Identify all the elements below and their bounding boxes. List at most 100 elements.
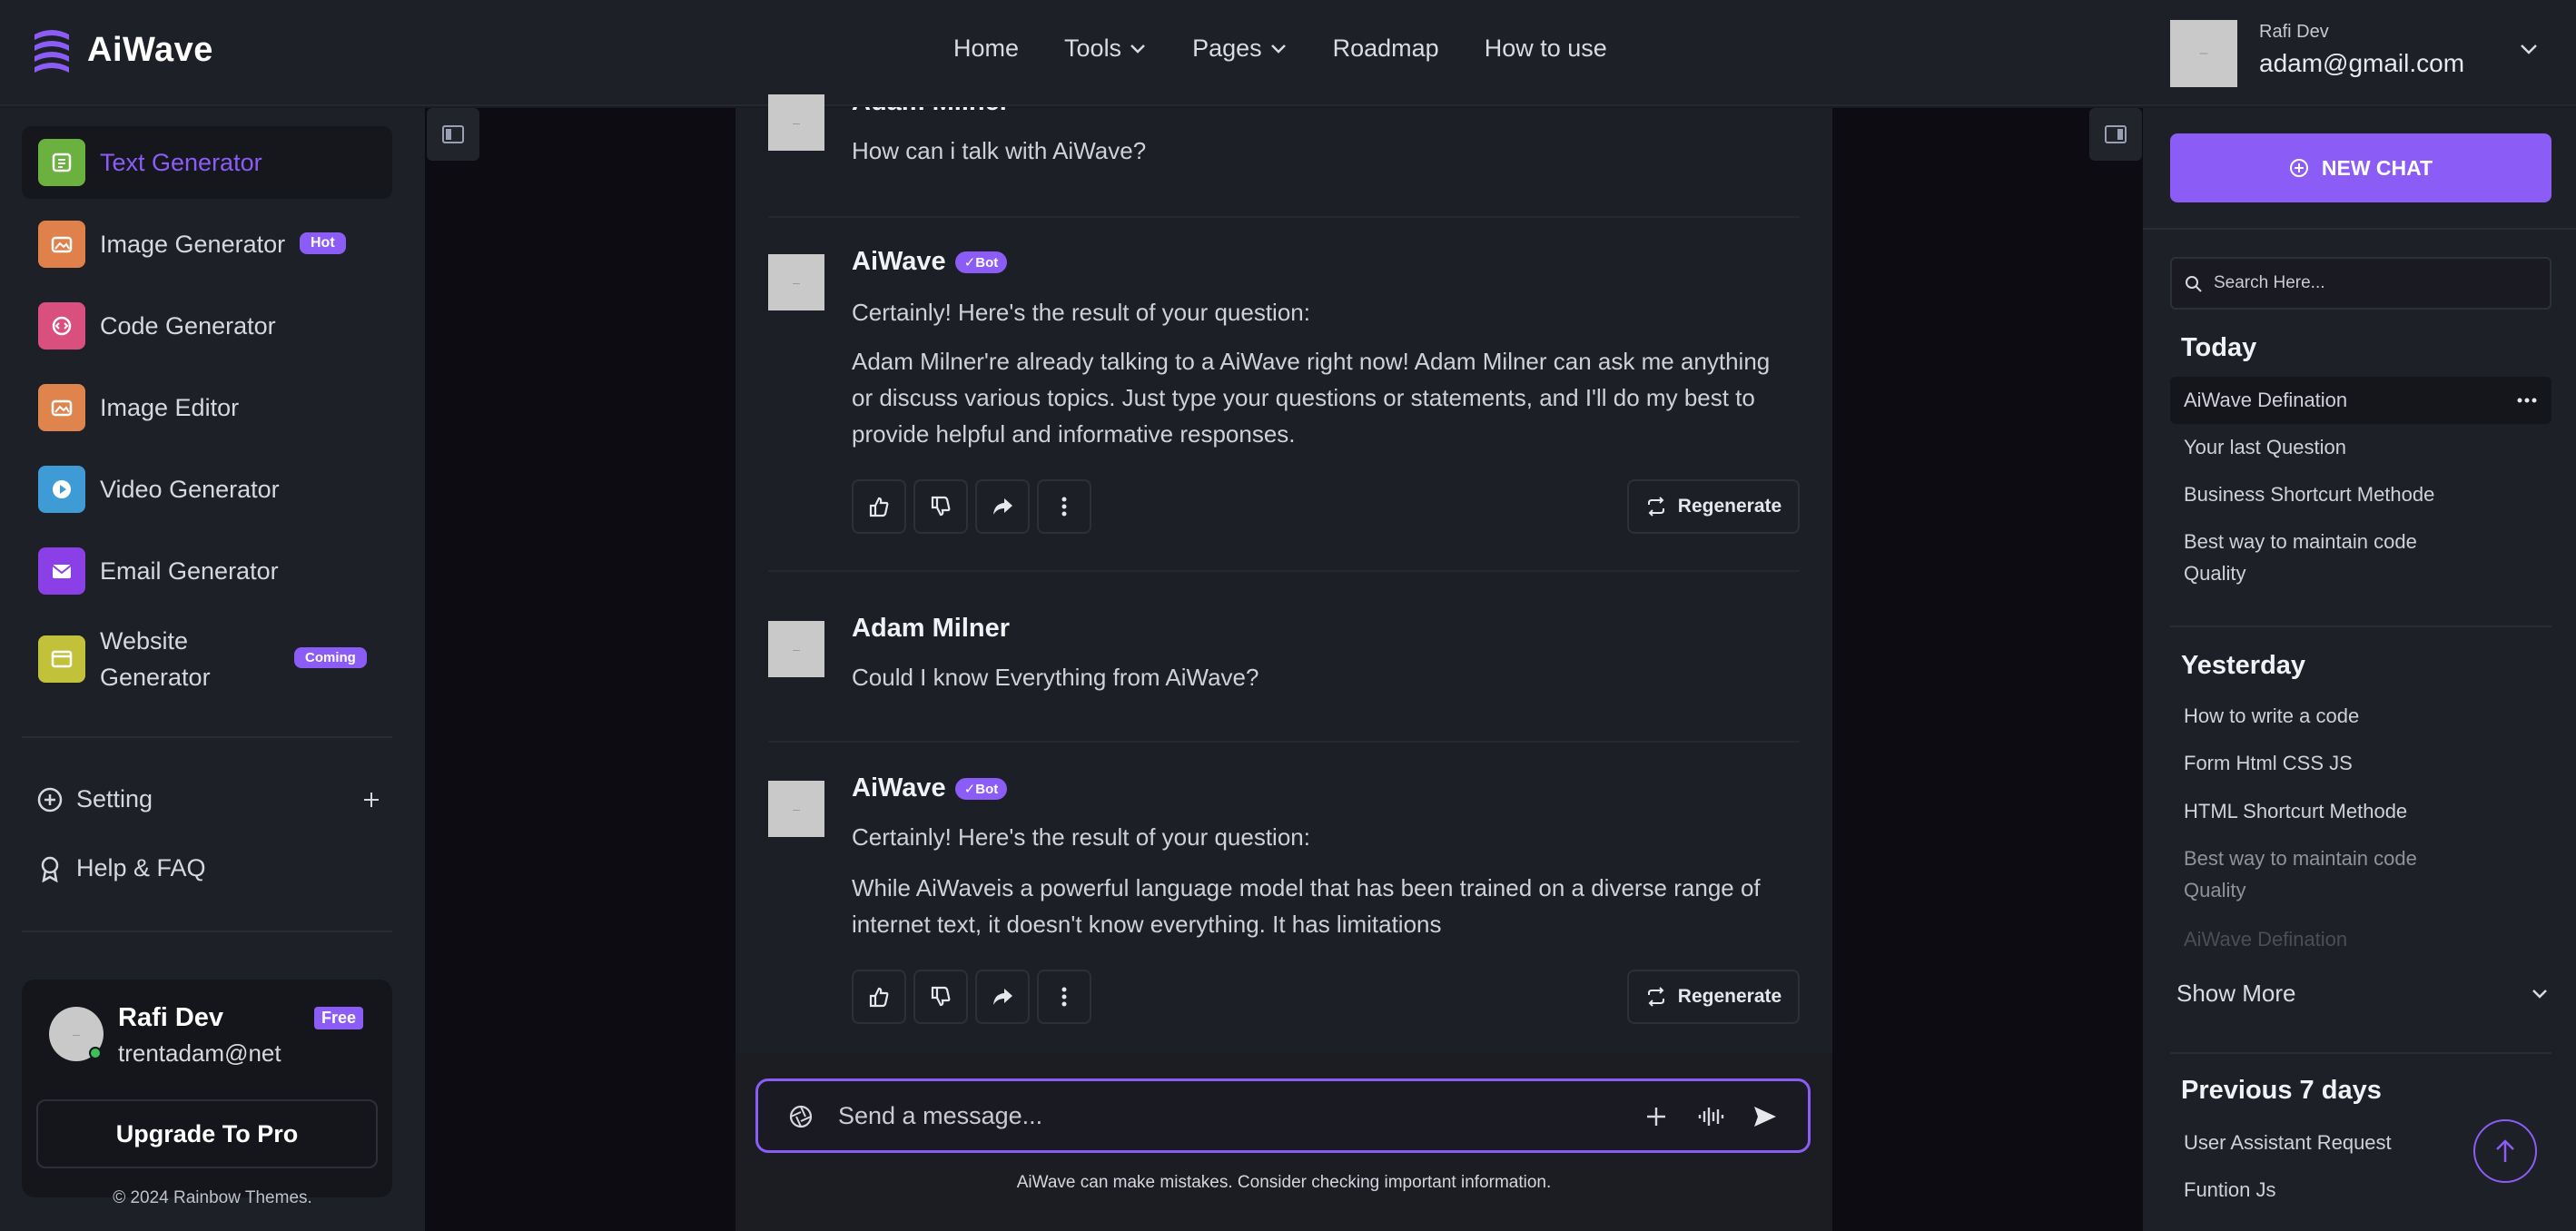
- user-card: – Rafi Dev trentadam@net Free Upgrade To…: [22, 980, 392, 1197]
- logo[interactable]: AiWave: [29, 25, 213, 74]
- chevron-down-icon: [1130, 44, 1145, 54]
- message-input[interactable]: [838, 1098, 1564, 1134]
- message-text: Could I know Everything from AiWave?: [852, 664, 1259, 691]
- sidebar-item-video-generator[interactable]: Video Generator: [22, 453, 392, 526]
- setting-link[interactable]: Setting: [36, 785, 381, 813]
- aperture-icon[interactable]: [787, 1103, 814, 1130]
- scroll-to-top-button[interactable]: [2473, 1119, 2537, 1183]
- message-author: Adam Milner: [852, 614, 1011, 643]
- play-icon: [38, 466, 85, 513]
- history-item[interactable]: Your last Question: [2184, 431, 2483, 463]
- sidebar-left-icon: [442, 125, 464, 143]
- sidebar-item-website-generator[interactable]: Website Generator Coming: [22, 616, 392, 702]
- thumbs-down-button[interactable]: [913, 479, 968, 534]
- history-item[interactable]: Best way to maintain code Quality: [2184, 526, 2483, 589]
- plus-icon[interactable]: [361, 790, 381, 810]
- sidebar-item-email-generator[interactable]: Email Generator: [22, 535, 392, 607]
- divider: [2143, 228, 2576, 230]
- logo-icon: [35, 30, 69, 73]
- thumbs-up-icon: [869, 497, 889, 517]
- history-item[interactable]: User Assistant Request: [2184, 1127, 2483, 1158]
- bot-avatar: –: [768, 254, 824, 310]
- toggle-left-sidebar-button[interactable]: [427, 108, 479, 161]
- nav-roadmap[interactable]: Roadmap: [1333, 34, 1439, 63]
- sidebar-item-label: Image Editor: [100, 394, 240, 421]
- share-button[interactable]: [975, 970, 1030, 1024]
- nav-home[interactable]: Home: [953, 34, 1019, 63]
- thumbs-down-button[interactable]: [913, 970, 968, 1024]
- sidebar-item-label: Image Generator: [100, 231, 286, 258]
- thumbs-up-button[interactable]: [852, 970, 906, 1024]
- bot-badge: ✓Bot: [954, 777, 1008, 800]
- coming-badge: Coming: [294, 647, 367, 668]
- more-options-button[interactable]: [1037, 479, 1091, 534]
- user-email: trentadam@net: [118, 1039, 281, 1067]
- history-item[interactable]: Funtion Js: [2184, 1174, 2483, 1206]
- sidebar-item-code-generator[interactable]: Code Generator: [22, 290, 392, 362]
- divider: [22, 736, 392, 738]
- history-item[interactable]: Best way to maintain code Quality: [2184, 842, 2483, 906]
- window-icon: [38, 635, 85, 683]
- message-text: Adam Milner're already talking to a AiWa…: [852, 348, 1771, 448]
- history-item[interactable]: Form Html CSS JS: [2184, 747, 2483, 779]
- section-title-yesterday: Yesterday: [2181, 651, 2306, 680]
- more-horizontal-icon[interactable]: [2517, 397, 2537, 404]
- plus-circle-icon: [2289, 159, 2308, 177]
- divider: [2170, 625, 2551, 627]
- thumbs-up-icon: [869, 987, 889, 1008]
- nav-tools[interactable]: Tools: [1064, 34, 1147, 63]
- image-icon: [38, 384, 85, 431]
- user-email: adam@gmail.com: [2259, 49, 2465, 77]
- left-sidebar: Text Generator Image Generator Hot Code …: [0, 108, 425, 1231]
- history-item[interactable]: AiWave Defination: [2184, 923, 2483, 955]
- audio-wave-icon[interactable]: [1697, 1105, 1726, 1128]
- chevron-down-icon: [1270, 44, 1286, 54]
- share-button[interactable]: [975, 479, 1030, 534]
- help-faq-link[interactable]: Help & FAQ: [36, 854, 206, 882]
- search-input[interactable]: [2214, 270, 2541, 297]
- regenerate-button[interactable]: Regenerate: [1627, 479, 1800, 534]
- text-icon: [38, 139, 85, 186]
- user-name: Rafi Dev: [118, 1003, 224, 1032]
- user-menu[interactable]: – Rafi Dev adam@gmail.com: [2170, 18, 2551, 87]
- message-divider: [768, 216, 1800, 218]
- message-text: While AiWaveis a powerful language model…: [852, 874, 1761, 938]
- message-author: AiWave ✓Bot: [852, 247, 1008, 277]
- more-vertical-icon: [1061, 497, 1067, 517]
- message-intro: Certainly! Here's the result of your que…: [852, 299, 1310, 326]
- sidebar-item-image-editor[interactable]: Image Editor: [22, 371, 392, 444]
- message-divider: [768, 570, 1800, 572]
- show-more-button[interactable]: Show More: [2176, 980, 2549, 1008]
- bot-avatar: –: [768, 781, 824, 837]
- regenerate-button[interactable]: Regenerate: [1627, 970, 1800, 1024]
- toggle-right-sidebar-button[interactable]: [2089, 108, 2142, 161]
- nav-how-to-use[interactable]: How to use: [1485, 34, 1607, 63]
- sidebar-item-image-generator[interactable]: Image Generator Hot: [22, 208, 392, 281]
- sidebar-item-text-generator[interactable]: Text Generator: [22, 126, 392, 199]
- message-composer: [755, 1078, 1811, 1153]
- section-title-previous-7-days: Previous 7 days: [2181, 1076, 2382, 1105]
- thumbs-up-button[interactable]: [852, 479, 906, 534]
- plus-icon[interactable]: [1644, 1105, 1668, 1128]
- refresh-icon: [1647, 987, 1664, 1007]
- chevron-down-icon[interactable]: [2519, 42, 2539, 56]
- plan-badge: Free: [314, 1007, 364, 1029]
- right-sidebar: NEW CHAT Today AiWave Defination Your la…: [2143, 108, 2576, 1231]
- thumbs-down-icon: [931, 986, 951, 1007]
- bot-badge: ✓Bot: [954, 251, 1008, 273]
- more-vertical-icon: [1061, 987, 1067, 1007]
- send-icon[interactable]: [1752, 1103, 1779, 1130]
- nav-pages[interactable]: Pages: [1192, 34, 1288, 63]
- history-item[interactable]: How to write a code: [2184, 700, 2483, 732]
- more-options-button[interactable]: [1037, 970, 1091, 1024]
- new-chat-button[interactable]: NEW CHAT: [2170, 133, 2551, 202]
- user-avatar: –: [768, 94, 824, 151]
- share-icon: [993, 498, 1012, 515]
- disclaimer: AiWave can make mistakes. Consider check…: [1016, 1173, 1552, 1192]
- main-nav: Home Tools Pages Roadmap How to use: [953, 34, 1607, 63]
- history-item[interactable]: AiWave Defination: [2170, 377, 2551, 424]
- history-item[interactable]: Business Shortcurt Methode: [2184, 478, 2483, 510]
- history-item[interactable]: HTML Shortcurt Methode: [2184, 795, 2483, 827]
- upgrade-button[interactable]: Upgrade To Pro: [36, 1099, 378, 1168]
- chevron-down-icon: [2532, 989, 2547, 999]
